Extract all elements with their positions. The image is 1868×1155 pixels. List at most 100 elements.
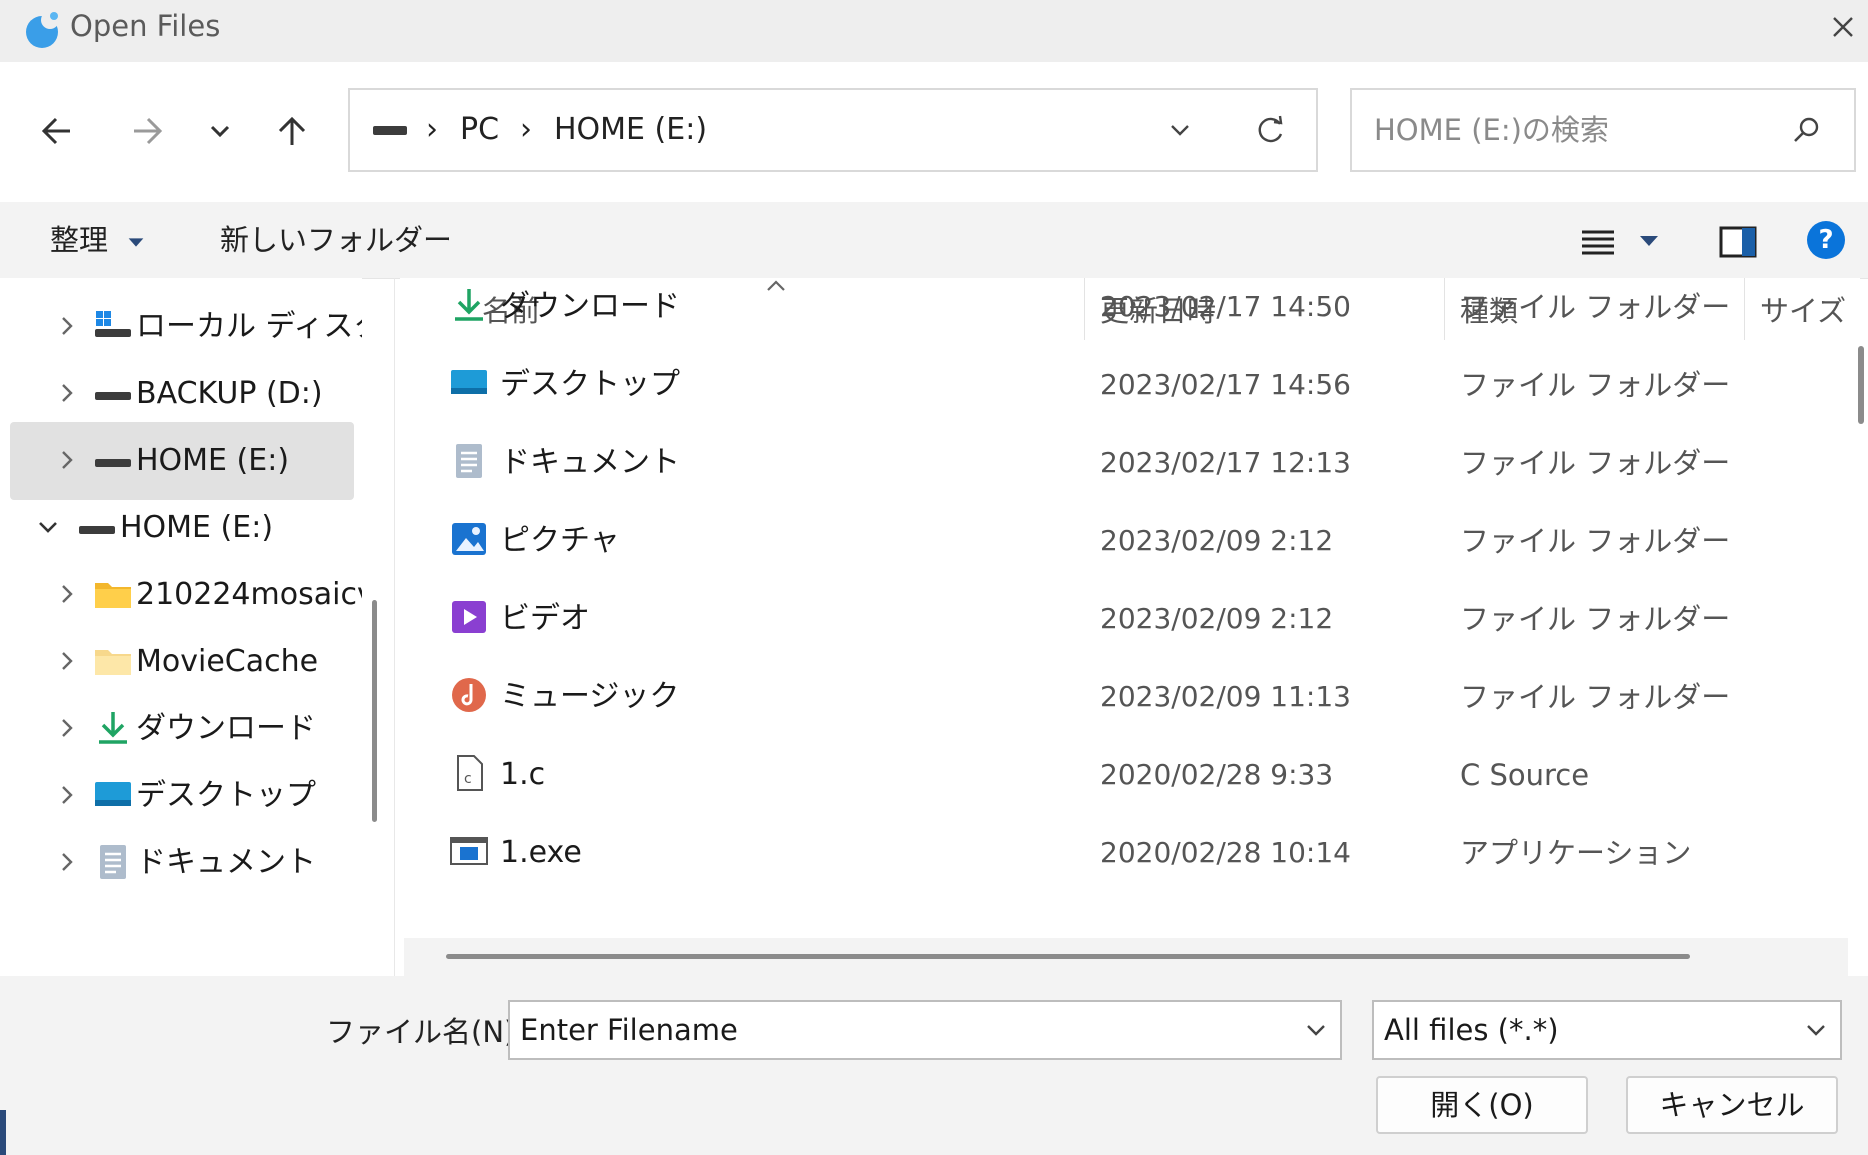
chevron-right-icon[interactable]	[52, 580, 80, 608]
window-edge	[0, 1110, 6, 1155]
sidebar-scrollbar[interactable]	[372, 600, 377, 822]
filename-input[interactable]: Enter Filename	[508, 1000, 1342, 1060]
cancel-button[interactable]: キャンセル	[1626, 1076, 1838, 1134]
desktop-icon	[92, 774, 134, 816]
file-row[interactable]: ドキュメント 2023/02/17 12:13 ファイル フォルダー	[400, 424, 1840, 502]
file-name: ピクチャ	[500, 523, 620, 558]
chevron-right-icon[interactable]	[52, 714, 80, 742]
file-type: ファイル フォルダー	[1460, 290, 1731, 324]
caret-down-icon[interactable]	[1636, 228, 1662, 254]
file-name: ドキュメント	[500, 445, 680, 480]
file-name: 1.c	[500, 757, 546, 792]
file-modified: 2023/02/09 11:13	[1100, 680, 1351, 713]
file-row[interactable]: ミュージック 2023/02/09 11:13 ファイル フォルダー	[400, 658, 1840, 736]
chevron-right-icon[interactable]	[52, 379, 80, 407]
breadcrumb-home[interactable]: HOME (E:)	[554, 90, 707, 170]
horizontal-scrollbar[interactable]	[446, 954, 1690, 959]
file-name: ダウンロード	[500, 289, 680, 324]
pictures-icon	[448, 518, 490, 560]
arrow-left-icon[interactable]	[30, 103, 86, 159]
pane-divider[interactable]	[394, 278, 395, 976]
drive-icon	[372, 118, 408, 142]
file-modified: 2023/02/17 14:50	[1100, 290, 1351, 323]
file-row[interactable]: 1.exe 2020/02/28 10:14 アプリケーション	[400, 814, 1840, 892]
organize-label: 整理	[50, 223, 109, 257]
videos-icon	[448, 596, 490, 638]
file-modified: 2020/02/28 9:33	[1100, 758, 1334, 791]
arrow-up-icon[interactable]	[264, 103, 320, 159]
breadcrumb-pc[interactable]: PC	[460, 90, 499, 170]
vertical-scrollbar[interactable]	[1858, 346, 1864, 424]
chevron-down-icon[interactable]	[192, 103, 248, 159]
file-modified: 2023/02/09 2:12	[1100, 602, 1334, 635]
new-folder-button[interactable]: 新しいフォルダー	[220, 202, 452, 278]
svg-text:c: c	[464, 771, 472, 787]
chevron-right-icon[interactable]	[52, 647, 80, 675]
search-icon[interactable]	[1786, 110, 1826, 150]
file-type: ファイル フォルダー	[1460, 446, 1731, 480]
file-modified: 2023/02/09 2:12	[1100, 524, 1334, 557]
chevron-down-icon[interactable]	[1300, 1014, 1332, 1046]
file-row[interactable]: ダウンロード 2023/02/17 14:50 ファイル フォルダー	[400, 278, 1840, 346]
file-type-select[interactable]: All files (*.*)	[1372, 1000, 1842, 1060]
help-icon[interactable]: ?	[1804, 218, 1848, 262]
file-type: ファイル フォルダー	[1460, 602, 1731, 636]
file-type: アプリケーション	[1460, 836, 1692, 870]
chevron-right-icon[interactable]	[52, 848, 80, 876]
file-type: ファイル フォルダー	[1460, 524, 1731, 558]
chevron-right-icon[interactable]	[52, 446, 80, 474]
list-view-icon[interactable]	[1576, 220, 1620, 264]
chevron-down-icon[interactable]	[34, 513, 62, 541]
document-icon	[448, 440, 490, 482]
desktop-icon	[448, 362, 490, 404]
address-bar[interactable]: › PC › HOME (E:)	[348, 88, 1318, 172]
title-bar	[0, 0, 1868, 62]
app-logo-icon	[22, 6, 66, 50]
drive-icon	[92, 372, 134, 414]
sidebar-item-label: ドキュメント	[136, 845, 316, 880]
windows-drive-icon	[92, 305, 134, 347]
help-glyph: ?	[1818, 225, 1834, 255]
drive-icon	[92, 439, 134, 481]
search-input[interactable]: HOME (E:)の検索	[1350, 88, 1856, 172]
file-row[interactable]: ピクチャ 2023/02/09 2:12 ファイル フォルダー	[400, 502, 1840, 580]
arrow-right-icon[interactable]	[118, 103, 174, 159]
search-placeholder: HOME (E:)の検索	[1374, 113, 1609, 147]
caret-down-icon	[128, 238, 144, 247]
file-modified: 2023/02/17 14:56	[1100, 368, 1351, 401]
file-name: 1.exe	[500, 835, 582, 870]
document-icon	[92, 841, 134, 883]
application-icon	[448, 830, 490, 872]
file-row[interactable]: ビデオ 2023/02/09 2:12 ファイル フォルダー	[400, 580, 1840, 658]
file-type: ファイル フォルダー	[1460, 368, 1731, 402]
chevron-right-icon[interactable]	[52, 312, 80, 340]
refresh-icon[interactable]	[1250, 110, 1290, 150]
filename-label: ファイル名(N):	[326, 1015, 526, 1049]
drive-icon	[76, 506, 118, 548]
breadcrumb-separator-icon: ›	[426, 112, 438, 147]
open-button[interactable]: 開く(O)	[1376, 1076, 1588, 1134]
organize-button[interactable]: 整理	[50, 202, 147, 278]
download-icon	[448, 284, 490, 326]
file-type-value: All files (*.*)	[1384, 1013, 1559, 1047]
navigation-pane[interactable]: ローカル ディスク BACKUP (D:) HOME (E:) HOME (E:) 21…	[0, 278, 362, 976]
close-icon[interactable]	[1826, 10, 1860, 44]
file-name: デスクトップ	[500, 367, 680, 402]
file-modified: 2023/02/17 12:13	[1100, 446, 1351, 479]
file-row[interactable]: c 1.c 2020/02/28 9:33 C Source	[400, 736, 1840, 814]
file-list: 名前 更新日時 種類 サイズ ダウンロード 2023/02/17 14:50 ファイ…	[400, 278, 1860, 976]
window-title: Open Files	[70, 9, 221, 43]
chevron-down-icon[interactable]	[1800, 1014, 1832, 1046]
chevron-down-icon[interactable]	[1162, 112, 1198, 148]
music-icon	[448, 674, 490, 716]
file-name: ビデオ	[500, 601, 590, 636]
file-modified: 2020/02/28 10:14	[1100, 836, 1351, 869]
file-row[interactable]: デスクトップ 2023/02/17 14:56 ファイル フォルダー	[400, 346, 1840, 424]
sidebar-item[interactable]: ドキュメント	[10, 824, 354, 902]
file-type: ファイル フォルダー	[1460, 680, 1731, 714]
preview-pane-icon[interactable]	[1716, 220, 1760, 264]
c-source-icon: c	[448, 752, 490, 794]
folder-icon	[92, 573, 134, 615]
download-icon	[92, 707, 134, 749]
chevron-right-icon[interactable]	[52, 781, 80, 809]
